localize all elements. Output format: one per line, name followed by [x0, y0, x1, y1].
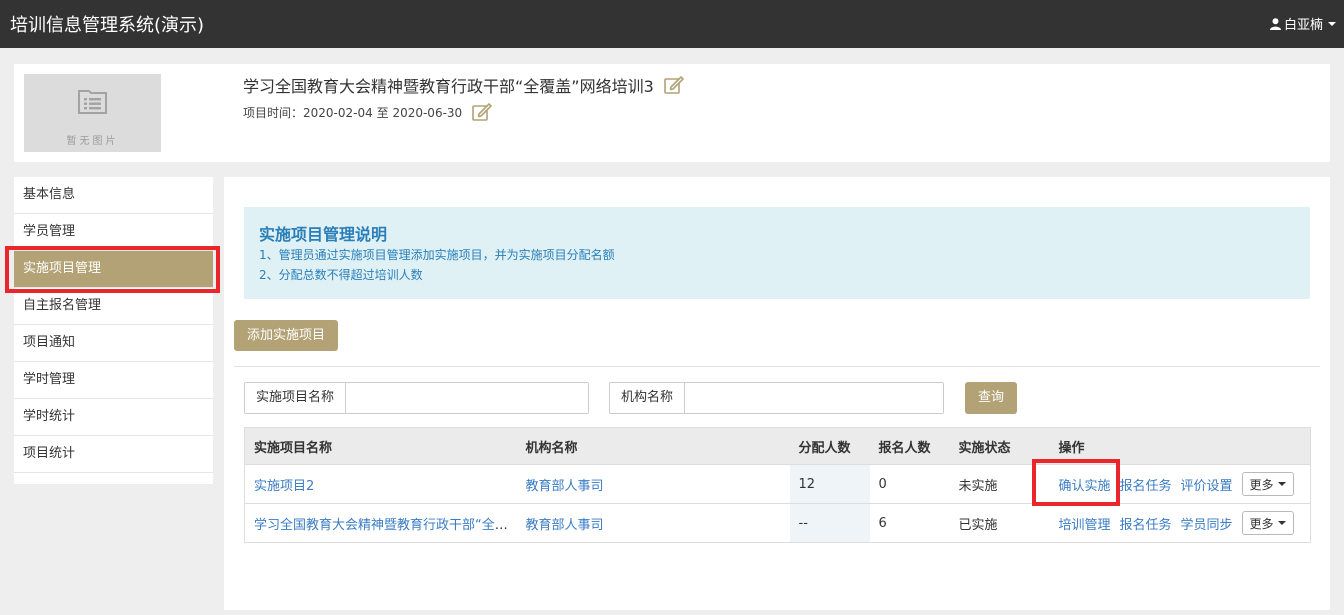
column-header-org-name: 机构名称 [516, 427, 790, 465]
sidebar-nav: 基本信息 学员管理 实施项目管理 自主报名管理 项目通知 学时管理 学时统计 项… [14, 177, 213, 484]
registered-count: 0 [869, 464, 950, 504]
sidebar-item-basic-info[interactable]: 基本信息 [14, 177, 213, 214]
org-name-filter: 机构名称 [609, 382, 944, 414]
more-dropdown-button[interactable]: 更多 [1241, 511, 1294, 535]
info-callout: 实施项目管理说明 1、管理员通过实施项目管理添加实施项目，并为实施项目分配名额 … [244, 207, 1310, 299]
caret-down-icon [1277, 521, 1286, 525]
registration-task-link[interactable]: 报名任务 [1120, 475, 1172, 494]
user-icon [1269, 17, 1281, 30]
more-label: 更多 [1249, 516, 1274, 531]
project-name-filter-label: 实施项目名称 [245, 383, 347, 413]
edit-icon[interactable] [472, 103, 492, 121]
project-name-link[interactable]: 学习全国教育大会精神暨教育行政干部“全覆盖”网络培训3 [254, 518, 517, 533]
project-date-separator: 至 [376, 105, 389, 120]
project-title: 学习全国教育大会精神暨教育行政干部“全覆盖”网络培训3 [243, 77, 654, 96]
evaluation-settings-link[interactable]: 评价设置 [1181, 475, 1233, 494]
column-header-allocated: 分配人数 [789, 427, 870, 465]
highlight-box-sidebar [5, 246, 220, 293]
info-title: 实施项目管理说明 [259, 225, 388, 244]
project-name-input[interactable] [346, 383, 588, 413]
allocated-count: -- [789, 503, 870, 543]
project-time-row: 项目时间：2020-02-04 至 2020-06-30 [243, 103, 492, 121]
user-menu[interactable]: 白亚楠 [1269, 14, 1336, 33]
org-name-link[interactable]: 教育部人事司 [526, 479, 604, 494]
org-name-link[interactable]: 教育部人事司 [526, 518, 604, 533]
org-name-filter-label: 机构名称 [610, 383, 686, 413]
project-end-date: 2020-06-30 [392, 105, 463, 120]
project-name-link[interactable]: 实施项目2 [254, 479, 314, 494]
main-panel: 实施项目管理说明 1、管理员通过实施项目管理添加实施项目，并为实施项目分配名额 … [224, 177, 1330, 610]
table-row: 学习全国教育大会精神暨教育行政干部“全覆盖”网络培训3 教育部人事司 -- 6 … [244, 503, 1311, 543]
sidebar-item-project-statistics[interactable]: 项目统计 [14, 436, 213, 473]
project-title-row: 学习全国教育大会精神暨教育行政干部“全覆盖”网络培训3 [243, 73, 684, 97]
table-row: 实施项目2 教育部人事司 12 0 未实施 确认实施 报名任务 评价设置 更多 [244, 464, 1311, 504]
info-line-1: 1、管理员通过实施项目管理添加实施项目，并为实施项目分配名额 [259, 248, 615, 262]
info-line-2: 2、分配总数不得超过培训人数 [259, 268, 423, 282]
registration-task-link[interactable]: 报名任务 [1120, 514, 1172, 533]
sidebar-item-notices[interactable]: 项目通知 [14, 325, 213, 362]
caret-down-icon [1328, 21, 1336, 26]
thumbnail-placeholder-text: 暂无图片 [66, 136, 119, 147]
project-start-date: 2020-02-04 [303, 105, 373, 120]
project-thumbnail: 暂无图片 [24, 74, 161, 152]
org-name-input[interactable] [685, 383, 943, 413]
more-label: 更多 [1249, 477, 1274, 492]
divider [234, 366, 1320, 367]
column-header-registered: 报名人数 [869, 427, 950, 465]
project-time-label: 项目时间： [243, 105, 304, 120]
training-management-link[interactable]: 培训管理 [1059, 514, 1111, 533]
top-bar: 培训信息管理系统(演示) 白亚楠 [0, 0, 1344, 48]
row-actions: 培训管理 报名任务 学员同步 更多 [1059, 511, 1310, 535]
project-time-text: 项目时间：2020-02-04 至 2020-06-30 [243, 104, 462, 121]
project-header: 暂无图片 学习全国教育大会精神暨教育行政干部“全覆盖”网络培训3 项目时间：20… [14, 64, 1330, 162]
status-text: 已实施 [949, 503, 1050, 543]
column-header-project-name: 实施项目名称 [244, 427, 517, 465]
caret-down-icon [1277, 482, 1286, 486]
search-button[interactable]: 查询 [965, 382, 1017, 414]
implementation-projects-table: 实施项目名称 机构名称 分配人数 报名人数 实施状态 操作 实施项目2 教育部人… [244, 427, 1311, 543]
project-name-filter: 实施项目名称 [244, 382, 589, 414]
sidebar-item-hours-management[interactable]: 学时管理 [14, 362, 213, 399]
registered-count: 6 [869, 503, 950, 543]
sidebar-item-hours-statistics[interactable]: 学时统计 [14, 399, 213, 436]
sidebar-item-self-registration[interactable]: 自主报名管理 [14, 288, 213, 325]
app-title: 培训信息管理系统(演示) [10, 15, 205, 36]
highlight-box-confirm-action [1032, 459, 1120, 506]
table-header-row: 实施项目名称 机构名称 分配人数 报名人数 实施状态 操作 [244, 427, 1311, 465]
user-name: 白亚楠 [1283, 18, 1323, 33]
list-icon [78, 90, 107, 114]
allocated-count: 12 [789, 464, 870, 504]
edit-icon[interactable] [663, 76, 684, 94]
add-implementation-project-button[interactable]: 添加实施项目 [234, 320, 338, 351]
more-dropdown-button[interactable]: 更多 [1241, 472, 1294, 496]
student-sync-link[interactable]: 学员同步 [1181, 514, 1233, 533]
